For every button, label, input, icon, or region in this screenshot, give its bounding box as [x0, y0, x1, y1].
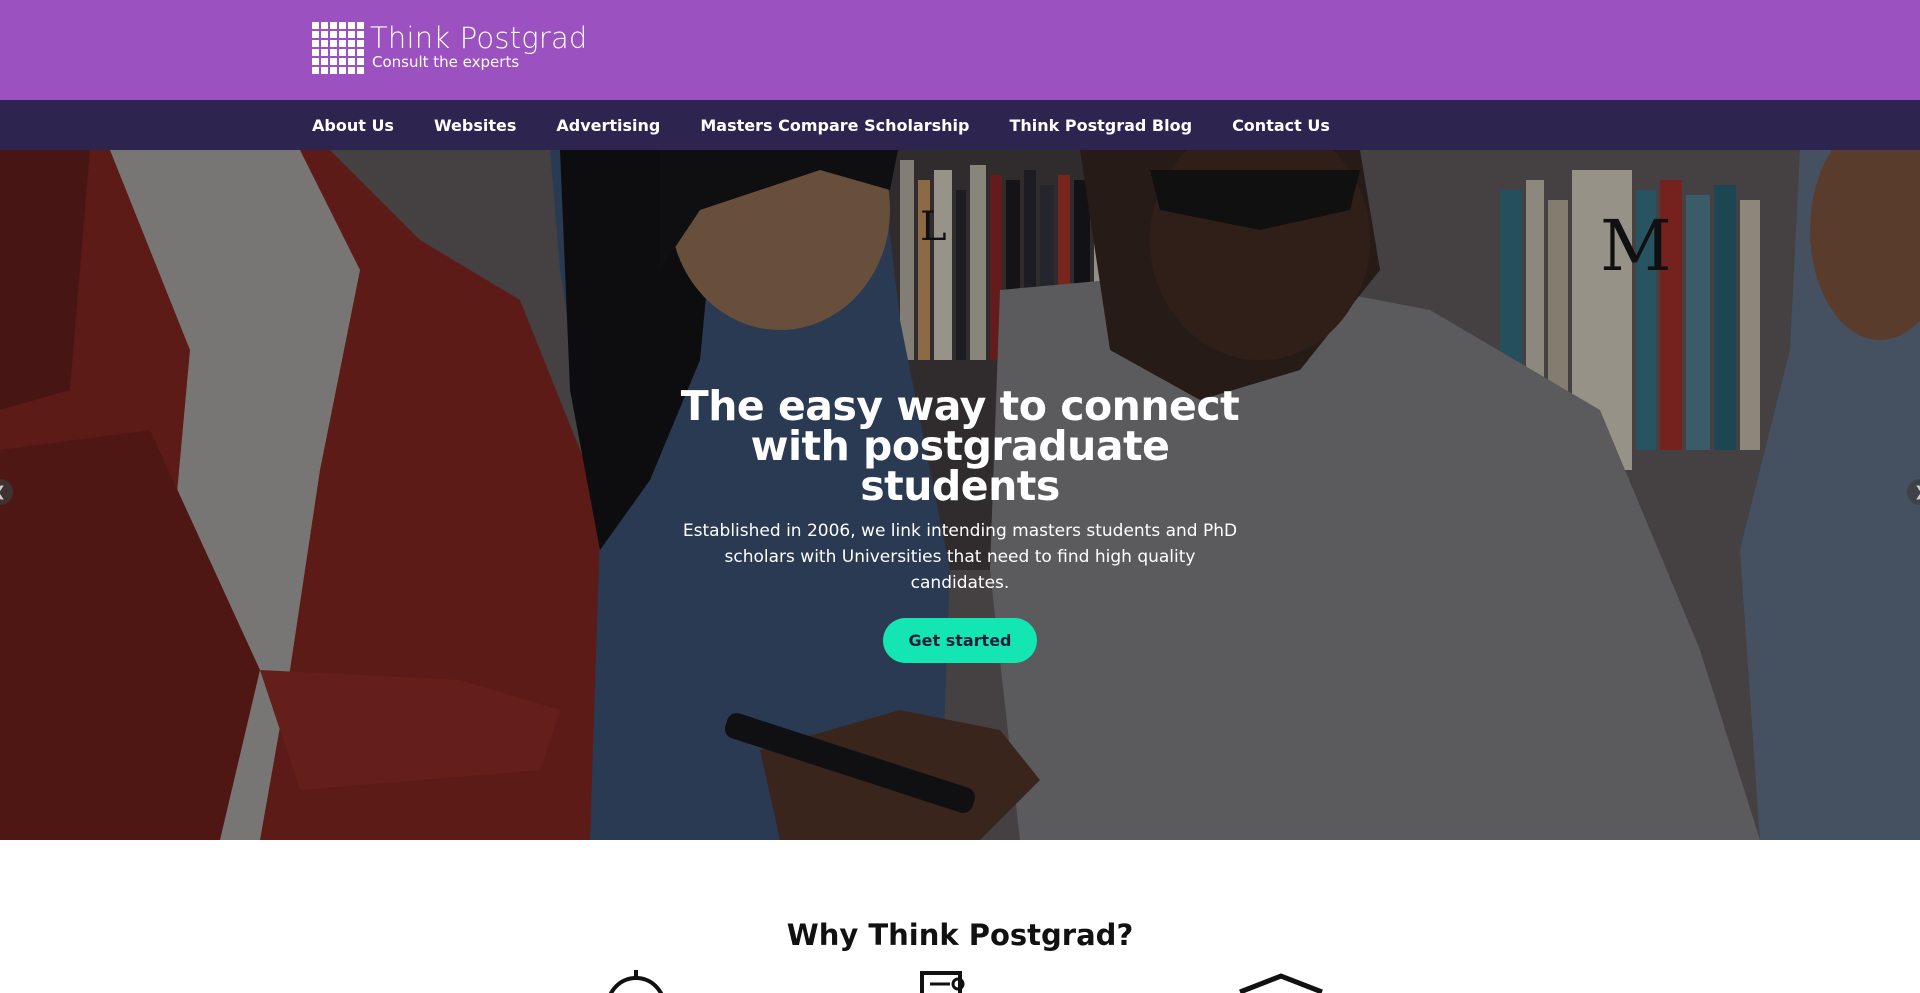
nav-think-postgrad-blog[interactable]: Think Postgrad Blog	[1009, 116, 1192, 135]
graduation-cap-icon	[1239, 973, 1323, 993]
main-nav-bar: About Us Websites Advertising Masters Co…	[0, 100, 1920, 150]
hero-section: M L ❮ ❯ The easy way to connect with pos…	[0, 150, 1920, 840]
nav-contact-us[interactable]: Contact Us	[1232, 116, 1330, 135]
logo-tagline: Consult the experts	[372, 53, 520, 71]
main-nav: About Us Websites Advertising Masters Co…	[312, 100, 1370, 150]
document-icon	[920, 971, 965, 993]
why-title: Why Think Postgrad?	[786, 918, 1134, 952]
hero-content: The easy way to connect with postgraduat…	[0, 386, 1920, 663]
why-section: Why Think Postgrad?	[0, 840, 1920, 993]
site-header: Think Postgrad Consult the experts	[0, 0, 1920, 100]
logo-title: Think Postgrad	[370, 21, 588, 55]
nav-about-us[interactable]: About Us	[312, 116, 394, 135]
get-started-button[interactable]: Get started	[883, 618, 1037, 663]
nav-websites[interactable]: Websites	[434, 116, 516, 135]
logo-text: Think Postgrad Consult the experts	[370, 22, 588, 70]
nav-advertising[interactable]: Advertising	[556, 116, 660, 135]
stopwatch-icon	[608, 970, 664, 993]
hero-title: The easy way to connect with postgraduat…	[680, 382, 1240, 510]
site-logo[interactable]: Think Postgrad Consult the experts	[312, 22, 588, 74]
nav-masters-compare-scholarship[interactable]: Masters Compare Scholarship	[700, 116, 969, 135]
logo-grid-icon	[312, 22, 364, 74]
hero-subtitle: Established in 2006, we link intending m…	[682, 521, 1238, 593]
